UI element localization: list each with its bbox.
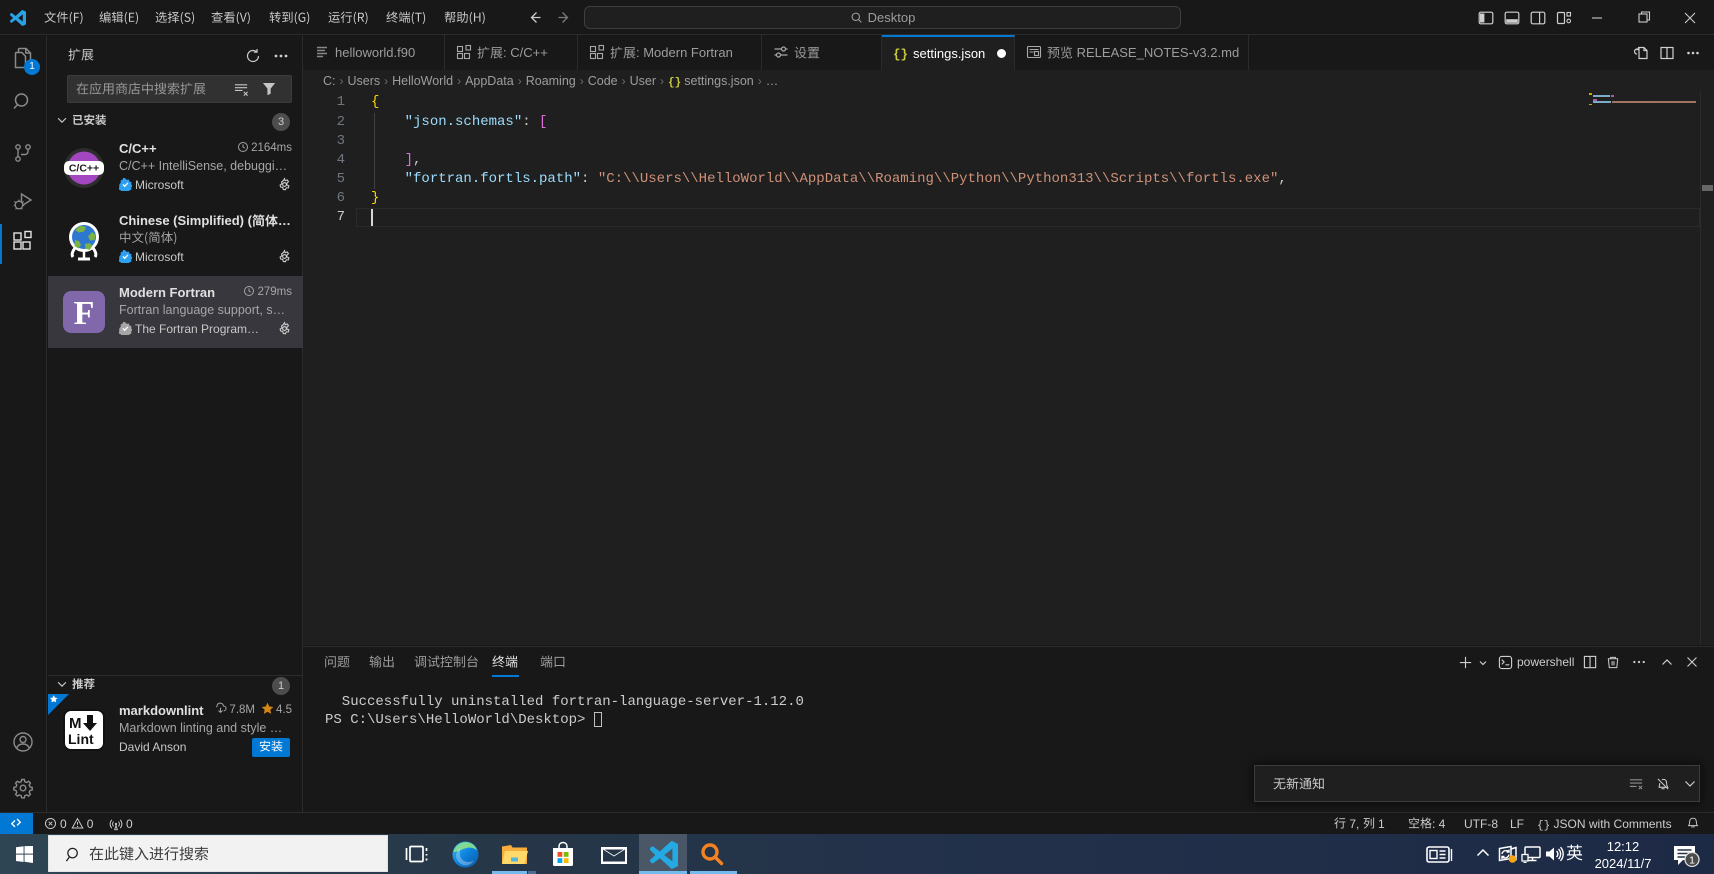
svg-text:F: F — [74, 295, 95, 332]
svg-text:Lint: Lint — [68, 731, 94, 747]
svg-text:C/C++: C/C++ — [69, 163, 99, 175]
svg-text:M: M — [69, 715, 82, 732]
svg-text:1: 1 — [1689, 855, 1695, 867]
